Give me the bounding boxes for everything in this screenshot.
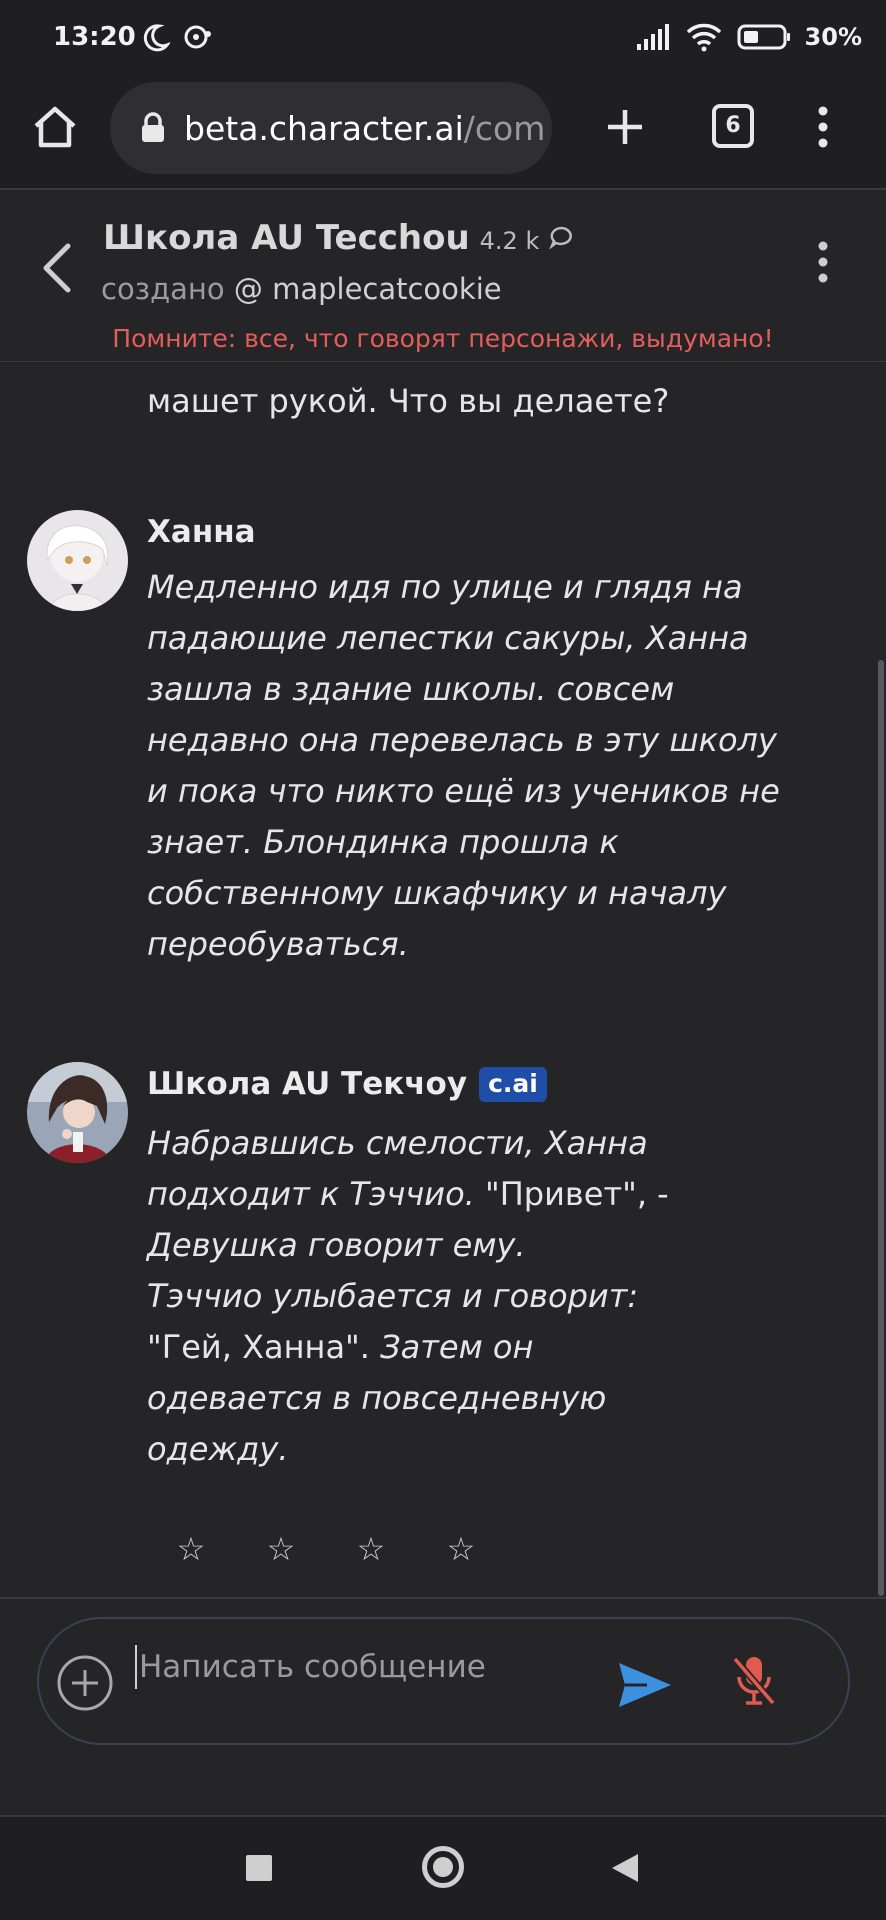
message-line: Набравшись смелости, Ханна [147,1124,648,1162]
composer-area [0,1597,886,1815]
message-list[interactable]: ​ машет рукой. Что вы делаете? Ханна Мед… [0,362,886,1597]
message-line: падающие лепестки сакуры, Ханна [147,619,749,657]
home-icon[interactable] [30,102,80,152]
rating-stars: ☆ ☆ ☆ ☆ [175,1530,477,1568]
message-line: одежду. [147,1430,289,1468]
rating-star-4[interactable]: ☆ [445,1530,477,1568]
rating-star-2[interactable]: ☆ [265,1530,297,1568]
message-line: Медленно идя по улице и глядя на [147,568,743,606]
chat-title[interactable]: Школа AU Tecchou [103,218,470,258]
creator-handle[interactable]: @ maplecatcookie [234,272,502,306]
message-line: собственному шкафчику и началу [147,874,727,912]
message-line: Тэччио улыбается и говорит: [147,1277,639,1315]
message-line-row: подходит к Тэччио. "Привет", - [147,1169,787,1220]
fiction-warning: Помните: все, что говорят персонажи, выд… [112,324,774,353]
message-line: зашла в здание школы. совсем [147,670,675,708]
created-label: создано [101,272,225,306]
composer [37,1617,850,1745]
url-path: /com [463,108,546,148]
chat-more-vert-icon[interactable] [806,232,840,292]
add-circle-icon[interactable] [55,1653,115,1713]
message-line-row: Тэччио улыбается и говорит: [147,1271,787,1322]
send-icon[interactable] [617,1659,673,1711]
message-line: Девушка говорит ему. [147,1226,526,1264]
creator-line: создано @ maplecatcookie [101,272,502,306]
message-line-row: Набравшись смелости, Ханна [147,1118,787,1169]
message-line: недавно она перевелась в эту школу [147,721,777,759]
chat-count: 4.2 k [479,227,540,255]
sender-name: Школа AU Текчоу [147,1066,468,1102]
message-line: переобуваться. [147,925,409,963]
chat-bubble-icon [549,226,573,249]
message-line: подходит к Тэччио. [147,1175,475,1213]
message-line: и пока что никто ещё из учеников не [147,772,780,810]
address-bar[interactable]: beta.character.ai/com [110,82,552,174]
cai-badge: c.ai [479,1066,547,1102]
more-vert-icon[interactable] [806,102,840,152]
url-host: beta.character.ai [184,108,464,148]
system-nav-bar [0,1815,886,1920]
browser-toolbar: beta.character.ai/com 6 [0,78,886,190]
message-line: знает. Блондинка прошла к [147,823,619,861]
tab-switcher-button[interactable]: 6 [712,104,754,148]
previous-message-tail: машет рукой. Что вы делаете? [147,382,670,420]
message-line: одевается в повседневную [147,1379,607,1417]
message-line-row: одежду. [147,1424,787,1475]
signal-icon [636,24,669,50]
message-text: Медленно идя по улице и глядя на падающи… [147,562,787,970]
status-left-icons [140,22,212,52]
status-bar: 13:20 30% [0,0,886,78]
status-right-icons: 30% [635,22,862,52]
scrollbar[interactable] [878,660,884,1596]
back-arrow-icon[interactable] [38,238,78,298]
chat-title-row: Школа AU Tecchou 4.2 k [103,218,575,258]
message-line-row: Девушка говорит ему. [147,1220,787,1271]
message-text: Набравшись смелости, Ханна подходит к Тэ… [147,1118,787,1475]
sender-name-row: Школа AU Текчоу c.ai [147,1066,547,1102]
avatar-hanna[interactable] [27,510,128,611]
moon-icon [143,24,170,52]
url-text: beta.character.ai/com [184,109,545,148]
new-tab-icon[interactable] [600,102,650,152]
message-line: Затем он [369,1328,534,1366]
nav-back-icon[interactable] [610,1852,640,1884]
recents-icon[interactable] [246,1855,272,1881]
chat-header: Школа AU Tecchou 4.2 k создано @ mapleca… [0,190,886,362]
message-line-row: одевается в повседневную [147,1373,787,1424]
message-input[interactable] [135,1639,595,1695]
rating-star-1[interactable]: ☆ [175,1530,207,1568]
mic-off-icon[interactable] [729,1653,779,1709]
wifi-icon [686,23,721,52]
status-time: 13:20 [53,22,136,52]
sender-name: Ханна [147,514,256,550]
rating-star-3[interactable]: ☆ [355,1530,387,1568]
message-line-quote: "Привет", - [474,1175,669,1213]
notification-icon [184,25,211,49]
message-line-row: "Гей, Ханна". Затем он [147,1322,787,1373]
lock-icon [142,112,164,142]
home-circle-icon[interactable] [422,1846,464,1888]
avatar-bot[interactable] [27,1062,128,1163]
battery-icon [737,24,790,50]
message-line-quote: "Гей, Ханна". [147,1328,370,1366]
battery-percent: 30% [804,23,862,51]
